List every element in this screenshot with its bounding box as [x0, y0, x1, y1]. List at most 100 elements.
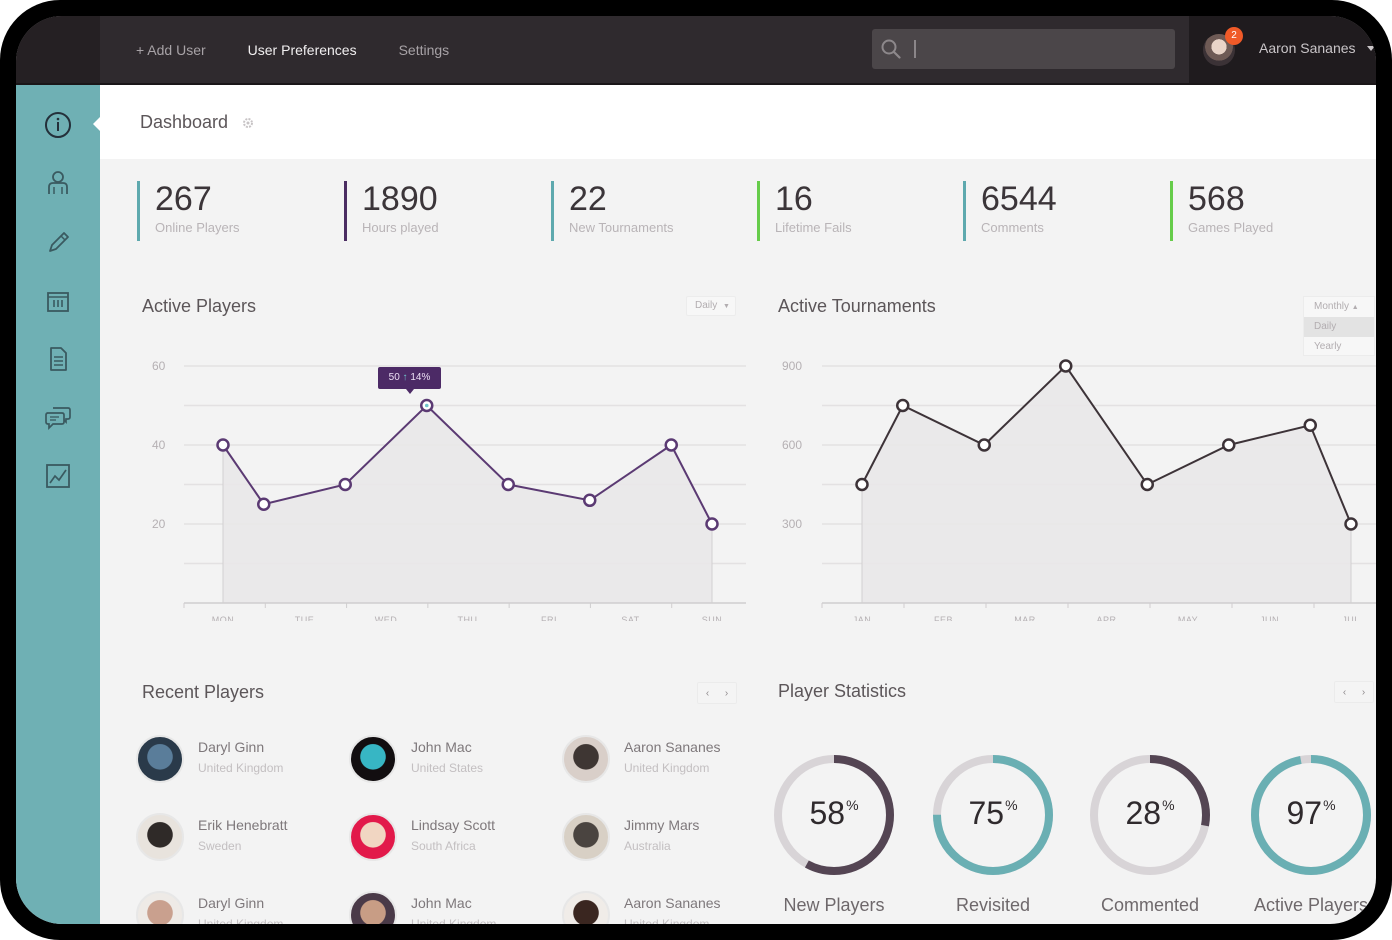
- dropdown-value: Daily: [695, 300, 718, 311]
- data-point: [977, 438, 991, 452]
- donut-value: 58%: [772, 795, 896, 832]
- player-name[interactable]: John Mac: [411, 895, 472, 911]
- player-item[interactable]: Aaron Sananes United Kingdom: [562, 735, 762, 787]
- user-menu[interactable]: 2 Aaron Sananes: [1189, 16, 1376, 83]
- sidebar-item-info[interactable]: [41, 108, 75, 142]
- player-avatar[interactable]: [136, 813, 184, 861]
- menu-item-yearly[interactable]: Yearly: [1304, 337, 1374, 357]
- player-name[interactable]: John Mac: [411, 739, 472, 755]
- chart-icon: [46, 464, 70, 488]
- donut-value: 97%: [1249, 795, 1373, 832]
- player-avatar[interactable]: [349, 735, 397, 783]
- player-item[interactable]: Jimmy Mars Australia: [562, 813, 762, 865]
- data-point: [583, 493, 597, 508]
- stat-donut: 58%: [772, 753, 896, 877]
- player-avatar[interactable]: [562, 813, 610, 861]
- donut-label: Active Players: [1253, 895, 1369, 915]
- search-input[interactable]: [920, 29, 1170, 69]
- active-players-period-dropdown[interactable]: Daily ▼: [686, 296, 736, 316]
- sidebar-item-documents[interactable]: [41, 342, 75, 376]
- chevron-down-icon[interactable]: [1367, 46, 1375, 51]
- player-avatar[interactable]: [349, 813, 397, 861]
- user-name[interactable]: Aaron Sananes: [1259, 40, 1356, 56]
- donut-label: New Players: [783, 895, 885, 915]
- donut-value: 75%: [931, 795, 1055, 832]
- percent-sign: %: [1005, 797, 1018, 813]
- player-item[interactable]: Daryl Ginn United Kingdom: [136, 891, 336, 924]
- player-name[interactable]: Daryl Ginn: [198, 739, 264, 755]
- menu-item-daily[interactable]: Daily: [1304, 317, 1374, 337]
- donut-percent: 58: [809, 795, 846, 831]
- prev-button[interactable]: ‹: [1343, 687, 1346, 698]
- stat-accent-bar: [963, 181, 966, 241]
- stat-accent-bar: [137, 181, 140, 241]
- x-tick-label: FEB: [934, 615, 953, 621]
- stat-label: Lifetime Fails: [775, 220, 852, 235]
- gear-icon[interactable]: [241, 116, 255, 130]
- sidebar: [16, 85, 100, 924]
- data-point: [216, 438, 230, 452]
- tooltip-value: 50: [388, 372, 400, 383]
- stat-label: New Tournaments: [569, 220, 674, 235]
- search-box[interactable]: [872, 29, 1175, 69]
- x-tick-label: JUL: [1342, 615, 1360, 621]
- next-button[interactable]: ›: [1362, 687, 1365, 698]
- sidebar-item-analytics[interactable]: [41, 459, 75, 493]
- area-fill: [862, 366, 1351, 603]
- stat-card: 568 Games Played: [1170, 179, 1273, 241]
- player-avatar[interactable]: [349, 891, 397, 924]
- nav-add-user[interactable]: + Add User: [136, 42, 206, 58]
- player-avatar[interactable]: [562, 891, 610, 924]
- next-button[interactable]: ›: [725, 688, 728, 699]
- arrow-up-icon: ↑: [402, 372, 408, 383]
- player-name[interactable]: Aaron Sananes: [624, 895, 721, 911]
- text-cursor: [914, 40, 916, 58]
- stat-card: 6544 Comments: [963, 179, 1057, 241]
- player-avatar[interactable]: [136, 735, 184, 783]
- player-avatar[interactable]: [562, 735, 610, 783]
- app-screen: + Add User User Preferences Settings 2 A…: [16, 16, 1376, 924]
- player-name[interactable]: Daryl Ginn: [198, 895, 264, 911]
- donut-percent: 28: [1125, 795, 1162, 831]
- active-indicator: [93, 117, 100, 131]
- player-country: United Kingdom: [624, 761, 710, 775]
- player-item[interactable]: John Mac United Kingdom: [349, 891, 549, 924]
- donut-percent: 75: [968, 795, 1005, 831]
- chart-tooltip: 50 ↑ 14%: [378, 367, 441, 394]
- logo-area: [16, 16, 100, 83]
- stat-label: Hours played: [362, 220, 439, 235]
- sidebar-item-users[interactable]: [41, 166, 75, 200]
- player-item[interactable]: Aaron Sananes United Kingdom: [562, 891, 762, 924]
- player-country: United Kingdom: [411, 917, 497, 924]
- tooltip-change: 14%: [410, 372, 431, 383]
- sidebar-item-edit[interactable]: [41, 225, 75, 259]
- player-country: United Kingdom: [198, 917, 284, 924]
- x-tick-label: WED: [375, 615, 398, 621]
- chat-icon: [45, 407, 71, 431]
- player-name[interactable]: Lindsay Scott: [411, 817, 495, 833]
- calendar-icon: [47, 292, 69, 312]
- nav-settings[interactable]: Settings: [399, 42, 450, 58]
- device-frame: + Add User User Preferences Settings 2 A…: [0, 0, 1392, 940]
- menu-item-monthly[interactable]: Monthly ▲: [1304, 297, 1374, 317]
- period-dropdown-menu[interactable]: Monthly ▲ Daily Yearly: [1303, 296, 1375, 356]
- recent-players-pager: ‹ ›: [697, 682, 737, 704]
- player-item[interactable]: Daryl Ginn United Kingdom: [136, 735, 336, 787]
- sidebar-item-messages[interactable]: [41, 400, 75, 434]
- x-tick-label: APR: [1096, 615, 1116, 621]
- player-name[interactable]: Aaron Sananes: [624, 739, 721, 755]
- stat-card: 16 Lifetime Fails: [757, 179, 852, 241]
- player-name[interactable]: Erik Henebratt: [198, 817, 287, 833]
- notification-badge[interactable]: 2: [1225, 27, 1243, 45]
- player-item[interactable]: Erik Henebratt Sweden: [136, 813, 336, 865]
- prev-button[interactable]: ‹: [706, 688, 709, 699]
- player-name[interactable]: Jimmy Mars: [624, 817, 699, 833]
- data-point: [501, 477, 515, 492]
- nav-user-preferences[interactable]: User Preferences: [248, 42, 357, 58]
- sidebar-item-calendar[interactable]: [41, 284, 75, 318]
- player-avatar[interactable]: [136, 891, 184, 924]
- x-tick-label: THU: [458, 615, 478, 621]
- percent-sign: %: [846, 797, 859, 813]
- player-item[interactable]: John Mac United States: [349, 735, 549, 787]
- player-item[interactable]: Lindsay Scott South Africa: [349, 813, 549, 865]
